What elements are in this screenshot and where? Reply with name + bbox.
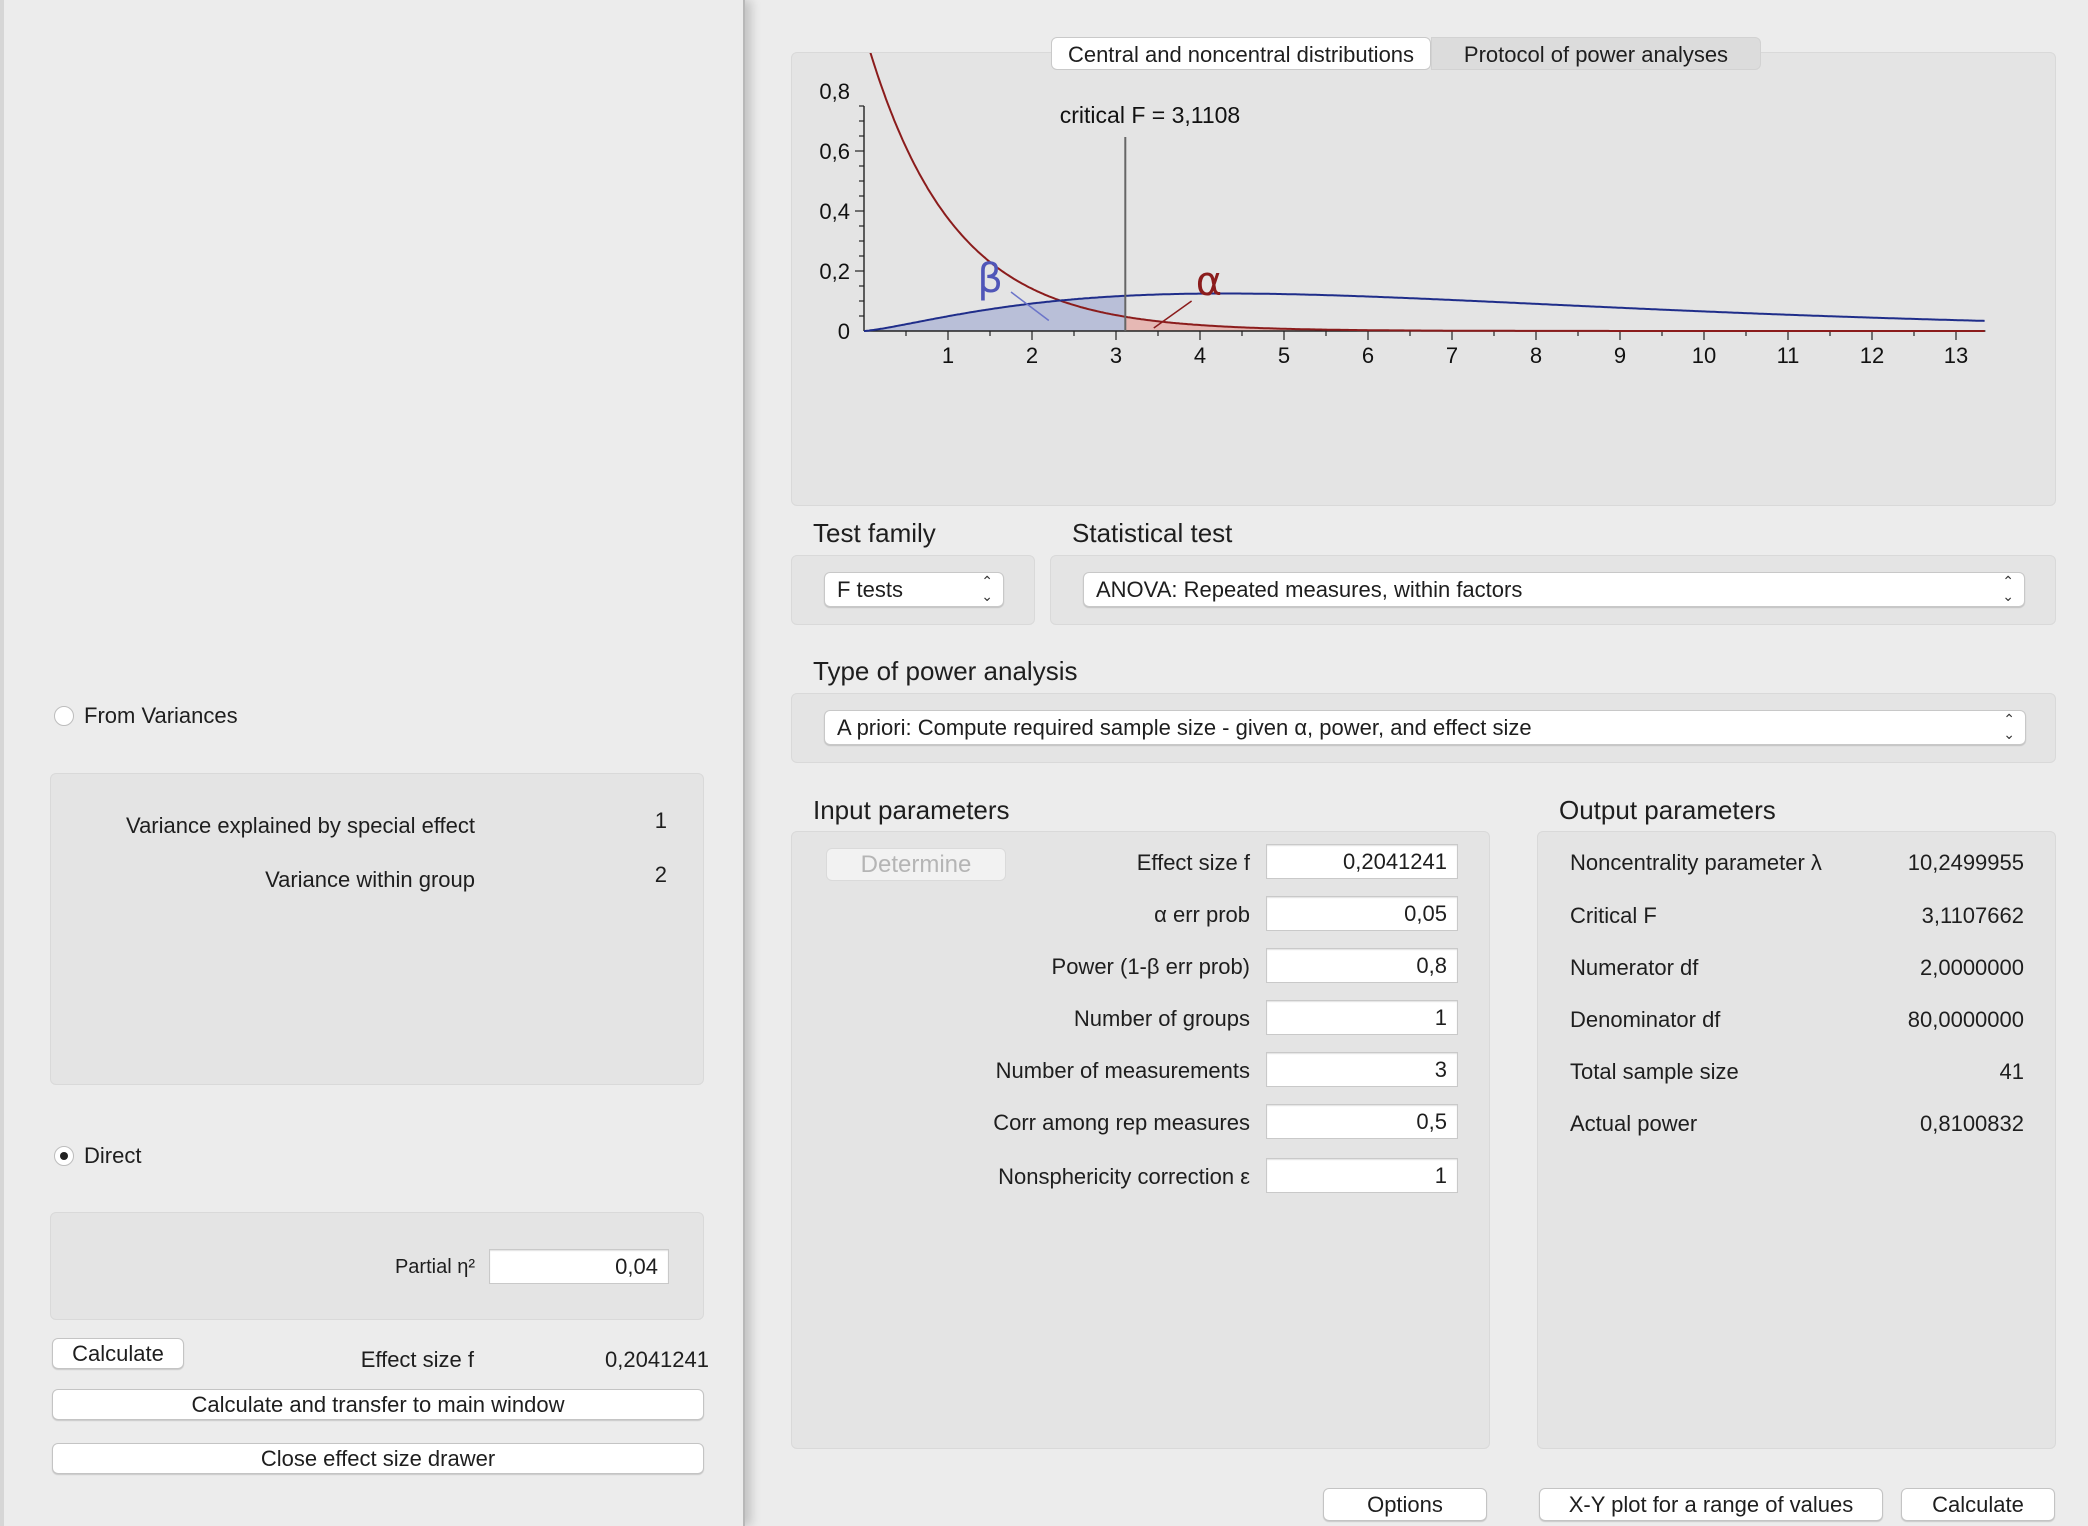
x-tick-label: 13 [1944,343,1968,368]
test-family-select[interactable]: F tests ⌃ ⌄ [824,572,1004,607]
from-variances-radio[interactable] [54,706,74,726]
chevron-updown-icon: ⌃ ⌄ [2002,573,2014,604]
output-parameters-heading: Output parameters [1559,795,1776,825]
input-power[interactable]: 0,8 [1266,948,1458,983]
beta-symbol: β [977,256,1003,302]
y-tick-label: 0,6 [819,139,850,164]
input-parameters-panel: Determine Effect size f 0,2041241 α err … [791,831,1490,1449]
direct-panel: Partial η² 0,04 [50,1212,704,1320]
x-tick-label: 9 [1614,343,1626,368]
output-denominator-df: 80,0000000 [1907,1007,2024,1032]
variance-effect-label: Variance explained by special effect [126,813,475,838]
x-tick-label: 7 [1446,343,1458,368]
x-tick-label: 11 [1777,343,1800,368]
variance-within-value[interactable]: 2 [611,862,667,888]
output-label-actual-power: Actual power [1570,1111,1698,1136]
options-button[interactable]: Options [1323,1488,1487,1521]
input-label-power: Power (1-β err prob) [1051,954,1250,979]
alpha-area [1125,316,1986,331]
output-label-numerator-df: Numerator df [1570,955,1699,980]
x-tick-label: 1 [942,343,954,368]
calculate-transfer-button[interactable]: Calculate and transfer to main window [52,1389,704,1420]
test-family-heading: Test family [813,518,936,548]
input-parameters-heading: Input parameters [813,795,1010,825]
statistical-test-panel: ANOVA: Repeated measures, within factors… [1050,555,2056,625]
drawer-calculate-button[interactable]: Calculate [52,1338,184,1369]
output-label-critical-f: Critical F [1570,903,1657,928]
output-label-noncentrality: Noncentrality parameter λ [1570,850,1822,875]
y-tick-label: 0 [838,319,850,344]
tab-distributions[interactable]: Central and noncentral distributions [1051,37,1431,70]
main-calculate-button[interactable]: Calculate [1901,1488,2055,1521]
drawer-effect-size-value: 0,2041241 [605,1347,709,1372]
input-label-alpha: α err prob [1154,902,1250,927]
output-parameters-panel: Noncentrality parameter λ 10,2499955 Cri… [1537,831,2056,1449]
input-groups[interactable]: 1 [1266,1000,1458,1035]
central-distribution-curve [869,53,1985,332]
test-family-value: F tests [837,577,904,602]
output-actual-power: 0,8100832 [1920,1111,2024,1136]
x-tick-label: 8 [1530,343,1542,368]
power-analysis-select[interactable]: A priori: Compute required sample size -… [824,710,2026,745]
x-tick-label: 4 [1194,343,1206,368]
effect-size-drawer: From Variances Variance explained by spe… [0,0,745,1526]
tab-protocol[interactable]: Protocol of power analyses [1431,37,1761,70]
close-drawer-button[interactable]: Close effect size drawer [52,1443,704,1474]
input-label-measurements: Number of measurements [995,1058,1250,1083]
input-label-groups: Number of groups [1073,1006,1250,1031]
input-label-nonsphericity: Nonsphericity correction ε [998,1164,1250,1189]
output-noncentrality: 10,2499955 [1907,850,2024,875]
output-critical-f: 3,1107662 [1921,903,2024,928]
statistical-test-heading: Statistical test [1072,518,1233,548]
input-nonsphericity[interactable]: 1 [1266,1158,1458,1193]
partial-eta-label: Partial η² [394,1256,475,1278]
partial-eta-input[interactable]: 0,04 [489,1249,669,1284]
output-numerator-df: 2,0000000 [1920,955,2024,980]
distribution-plot: critical F = 3,1108 1 2 3 4 5 6 7 8 9 10 11 12 1300,… [819,53,1986,368]
x-tick-label: 10 [1692,343,1716,368]
output-label-denominator-df: Denominator df [1570,1007,1721,1032]
input-measurements[interactable]: 3 [1266,1052,1458,1087]
chevron-updown-icon: ⌃ ⌄ [981,573,993,604]
test-family-panel: F tests ⌃ ⌄ [791,555,1035,625]
y-tick-label: 0,2 [819,259,850,284]
input-alpha[interactable]: 0,05 [1266,896,1458,931]
chevron-updown-icon: ⌃ ⌄ [2003,711,2015,742]
direct-label: Direct [84,1143,142,1168]
power-analysis-heading: Type of power analysis [813,656,1078,686]
drawer-effect-size-label: Effect size f [360,1347,474,1372]
x-tick-label: 2 [1026,343,1038,368]
power-analysis-panel: A priori: Compute required sample size -… [791,693,2056,763]
input-corr[interactable]: 0,5 [1266,1104,1458,1139]
direct-radio[interactable] [54,1146,74,1166]
xy-plot-button[interactable]: X-Y plot for a range of values [1539,1488,1883,1521]
statistical-test-value: ANOVA: Repeated measures, within factors [1096,577,1523,602]
variance-effect-value[interactable]: 1 [611,808,667,834]
x-tick-label: 3 [1110,343,1122,368]
input-label-effect-size: Effect size f [1136,850,1250,875]
x-tick-label: 12 [1860,343,1884,368]
power-analysis-value: A priori: Compute required sample size -… [837,715,1532,740]
alpha-symbol: α [1196,259,1222,305]
output-label-sample-size: Total sample size [1570,1059,1739,1084]
main-window: critical F = 3,1108 1 2 3 4 5 6 7 8 9 10 11 12 13 0 0,… [747,0,2088,1526]
statistical-test-select[interactable]: ANOVA: Repeated measures, within factors… [1083,572,2025,607]
input-effect-size[interactable]: 0,2041241 [1266,844,1458,879]
x-tick-label: 6 [1362,343,1374,368]
output-sample-size: 41 [1999,1059,2024,1084]
y-tick-label: 0,8 [819,79,850,104]
x-tick-label: 5 [1278,343,1290,368]
input-label-corr: Corr among rep measures [993,1110,1250,1135]
variances-panel: Variance explained by special effect 1 V… [50,773,704,1085]
y-tick-label: 0,4 [819,199,850,224]
variance-within-label: Variance within group [265,867,475,892]
critical-f-label: critical F = 3,1108 [1060,102,1240,128]
distribution-plot-panel: critical F = 3,1108 1 2 3 4 5 6 7 8 9 10 11 12 13 0 0,… [791,52,2056,506]
from-variances-label: From Variances [84,703,238,728]
